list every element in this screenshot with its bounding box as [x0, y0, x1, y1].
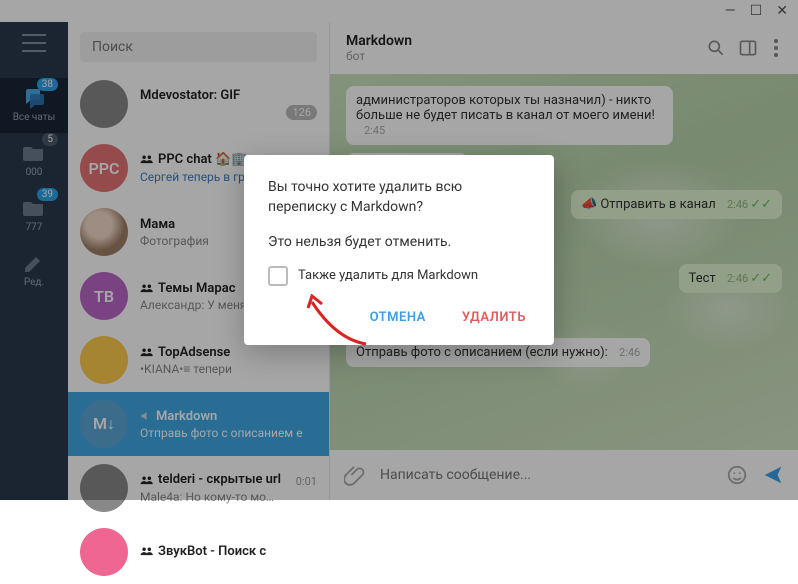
delete-confirmation-dialog: Вы точно хотите удалить всю переписку с … — [244, 155, 554, 345]
checkbox-icon[interactable] — [268, 266, 288, 286]
delete-button[interactable]: УДАЛИТЬ — [458, 304, 530, 331]
checkbox-label: Также удалить для Markdown — [298, 268, 478, 283]
dialog-actions: ОТМЕНА УДАЛИТЬ — [268, 304, 530, 331]
dialog-message-2: Это нельзя будет отменить. — [268, 232, 530, 252]
dialog-message-1: Вы точно хотите удалить всю переписку с … — [268, 177, 530, 218]
chat-name: ЗвукВot - Поиск с — [140, 544, 266, 559]
avatar — [80, 528, 128, 576]
also-delete-checkbox-row[interactable]: Также удалить для Markdown — [268, 266, 530, 286]
chat-info: ЗвукВot - Поиск с — [140, 544, 317, 561]
cancel-button[interactable]: ОТМЕНА — [366, 304, 430, 331]
modal-overlay[interactable]: Вы точно хотите удалить всю переписку с … — [0, 0, 798, 500]
chat-list-item[interactable]: ЗвукВot - Поиск с — [68, 520, 329, 584]
group-icon — [140, 546, 154, 556]
